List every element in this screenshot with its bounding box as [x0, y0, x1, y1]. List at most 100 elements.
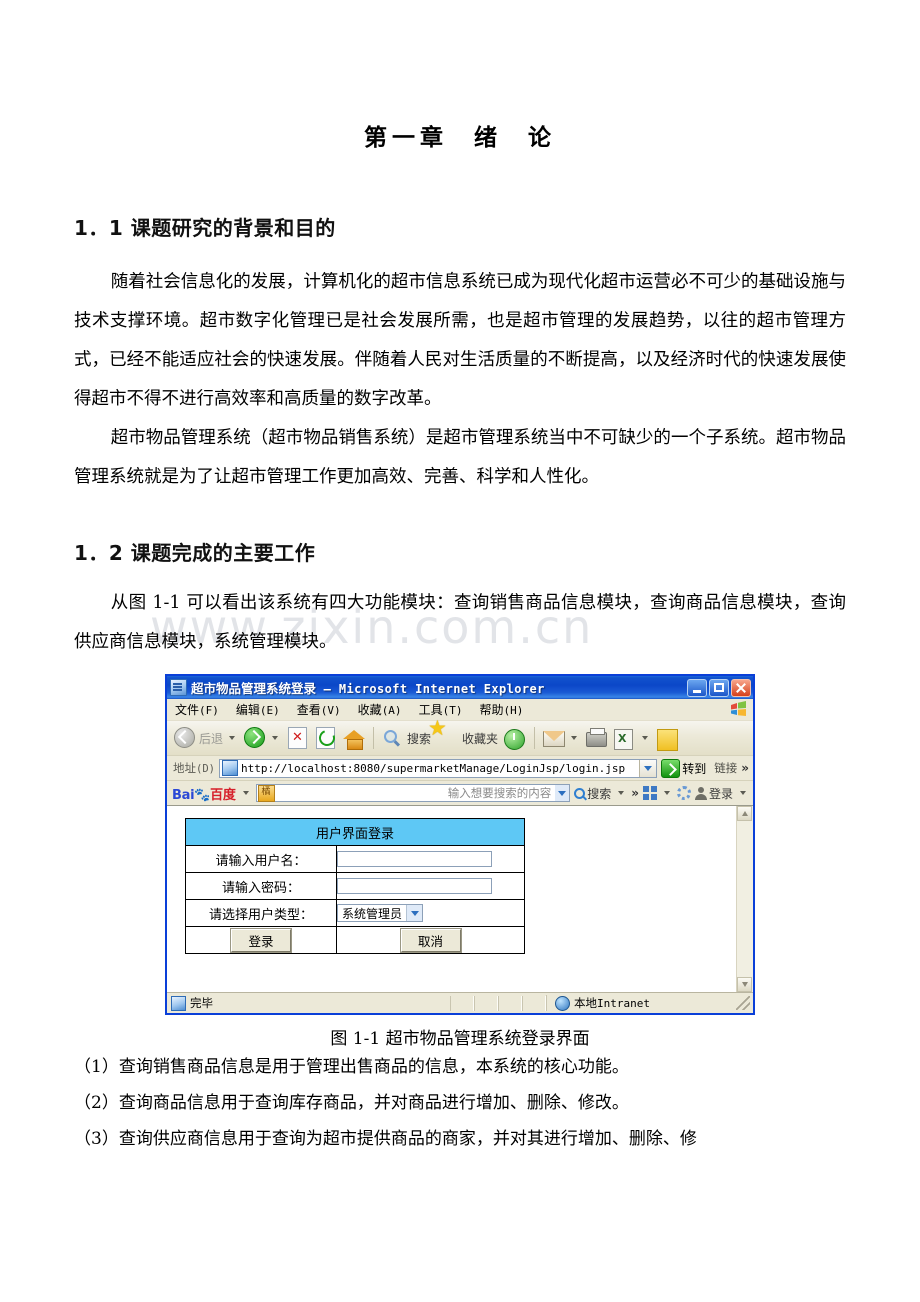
menu-item-file[interactable]: 文件(F): [175, 701, 219, 718]
baidu-apps-dropdown-icon[interactable]: [663, 791, 670, 795]
favorites-label: 收藏夹: [462, 731, 499, 746]
table-row: 请选择用户类型： 系统管理员: [185, 899, 525, 927]
table-row: 请输入密码：: [185, 872, 525, 900]
toolbar-separator-1: [373, 727, 375, 749]
menu-label-favorites: 收藏: [357, 703, 382, 717]
close-button[interactable]: [731, 678, 751, 697]
window-controls: [687, 678, 751, 697]
page-favicon-icon: [221, 760, 238, 776]
baidu-logo[interactable]: Bai🐾百度: [172, 784, 236, 803]
section-heading-1-2: 1．2 课题完成的主要工作: [74, 541, 316, 565]
minimize-button[interactable]: [687, 678, 707, 697]
baidu-login-label: 登录: [708, 786, 733, 801]
menu-item-help[interactable]: 帮助(H): [479, 701, 523, 718]
stop-button[interactable]: ✕: [284, 724, 312, 752]
address-label-text: 地址: [173, 761, 196, 775]
password-input[interactable]: [337, 878, 492, 894]
login-actions-row: 登录 取消: [185, 926, 525, 954]
refresh-icon: [315, 727, 338, 749]
list-item: （3）查询供应商信息用于查询为超市提供商品的商家，并对其进行增加、删除、修: [74, 1129, 697, 1149]
mail-button[interactable]: [540, 724, 583, 752]
ie-document-icon: [170, 679, 187, 696]
search-icon: [382, 727, 404, 749]
scroll-up-button[interactable]: [737, 806, 752, 821]
document-content: 第一章绪论 1．1 课题研究的背景和目的 随着社会信息化的发展，计算机化的超市信…: [0, 0, 920, 1157]
stop-icon: ✕: [287, 727, 309, 749]
baidu-logo-cn: 百度: [210, 787, 236, 803]
back-button[interactable]: 后退: [171, 724, 241, 752]
favorites-button[interactable]: ★ 收藏夹: [428, 718, 501, 752]
home-button[interactable]: [340, 724, 368, 752]
status-left: 完毕: [167, 995, 450, 1011]
baidu-search-button[interactable]: 搜索: [574, 785, 611, 802]
page-scrollbar[interactable]: [736, 806, 753, 992]
baidu-search-dropdown-icon[interactable]: [555, 785, 570, 801]
baidu-login-dropdown-icon[interactable]: [740, 791, 746, 795]
baidu-search-icon: [574, 787, 586, 799]
baidu-logo-dropdown-icon[interactable]: [242, 791, 249, 795]
baidu-search-options-icon[interactable]: [618, 791, 625, 795]
messenger-button[interactable]: [654, 724, 682, 752]
printer-icon: [586, 727, 608, 749]
search-button[interactable]: 搜索: [379, 724, 434, 752]
ie-page-viewport: 用户界面登录 请输入用户名： 请输入密码： 请选择用户类型： 系统管理员 登录 …: [167, 806, 753, 992]
login-form-table: 用户界面登录 请输入用户名： 请输入密码： 请选择用户类型： 系统管理员 登录 …: [185, 818, 525, 954]
chapter-word-2: 论: [528, 124, 556, 151]
ie-menubar: 文件(F) 编辑(E) 查看(V) 收藏(A) 工具(T) 帮助(H): [167, 699, 753, 721]
login-submit-button[interactable]: 登录: [231, 928, 291, 952]
edit-button[interactable]: [611, 724, 654, 752]
baidu-search-input[interactable]: 橘 输入想要搜索的内容: [255, 784, 571, 802]
password-label: 请输入密码：: [185, 872, 337, 900]
document-page: www.zixin.com.cn 第一章绪论 1．1 课题研究的背景和目的 随着…: [0, 0, 920, 1302]
globe-icon: [555, 995, 570, 1011]
address-input[interactable]: http://localhost:8080/supermarketManage/…: [218, 758, 658, 778]
username-input[interactable]: [337, 851, 492, 867]
refresh-button[interactable]: [312, 724, 340, 752]
menu-label-tools: 工具: [418, 703, 443, 717]
address-overflow-icon[interactable]: »: [741, 761, 749, 775]
menu-key-edit: (E): [259, 704, 280, 717]
ie-titlebar: 超市物品管理系统登录 – Microsoft Internet Explorer: [167, 676, 753, 699]
ie-navigation-toolbar: 后退 ✕ 搜索 ★ 收藏夹 X: [167, 718, 753, 756]
usertype-select[interactable]: 系统管理员: [337, 904, 424, 922]
baidu-search-label: 搜索: [587, 786, 612, 801]
section-heading-1-1: 1．1 课题研究的背景和目的: [74, 216, 336, 240]
back-dropdown-icon[interactable]: [229, 736, 236, 740]
menu-label-file: 文件: [175, 703, 200, 717]
resize-grip[interactable]: [736, 996, 750, 1010]
history-button[interactable]: [501, 724, 529, 752]
baidu-apps-grid-icon[interactable]: [642, 786, 657, 800]
print-button[interactable]: [583, 724, 611, 752]
status-cell-3: [498, 995, 522, 1011]
menu-key-help: (H): [503, 704, 524, 717]
menu-item-view[interactable]: 查看(V): [297, 701, 341, 718]
toolbar-separator-2: [534, 727, 536, 749]
forward-button[interactable]: [241, 724, 284, 752]
maximize-button[interactable]: [709, 678, 729, 697]
scroll-down-button[interactable]: [737, 977, 752, 992]
ie-title-cn: 超市物品管理系统登录: [191, 681, 317, 696]
go-button[interactable]: 转到: [661, 758, 706, 778]
menu-item-favorites[interactable]: 收藏(A): [358, 701, 402, 718]
page-title: 第一章绪论: [74, 0, 846, 152]
usertype-label: 请选择用户类型：: [185, 899, 337, 927]
baidu-overflow-icon[interactable]: »: [631, 786, 639, 800]
links-button[interactable]: 链接: [714, 760, 737, 776]
forward-dropdown-icon[interactable]: [272, 736, 279, 740]
user-icon: [694, 786, 707, 800]
gear-icon[interactable]: [676, 786, 691, 800]
edit-dropdown-icon[interactable]: [642, 736, 649, 740]
baidu-login-button[interactable]: 登录: [694, 785, 733, 802]
login-cancel-button[interactable]: 取消: [400, 928, 461, 952]
status-cell-4: [522, 995, 546, 1011]
address-dropdown-icon[interactable]: [639, 759, 657, 777]
username-label: 请输入用户名：: [185, 845, 337, 873]
password-cell: [336, 872, 525, 900]
baidu-search-placeholder: 输入想要搜索的内容: [447, 786, 552, 800]
baidu-logo-latin: Bai: [172, 787, 195, 803]
mail-dropdown-icon[interactable]: [571, 736, 578, 740]
menu-label-view: 查看: [296, 703, 321, 717]
address-label: 地址(D): [173, 760, 215, 776]
menu-item-edit[interactable]: 编辑(E): [236, 701, 280, 718]
submit-cell: 登录: [185, 926, 337, 954]
